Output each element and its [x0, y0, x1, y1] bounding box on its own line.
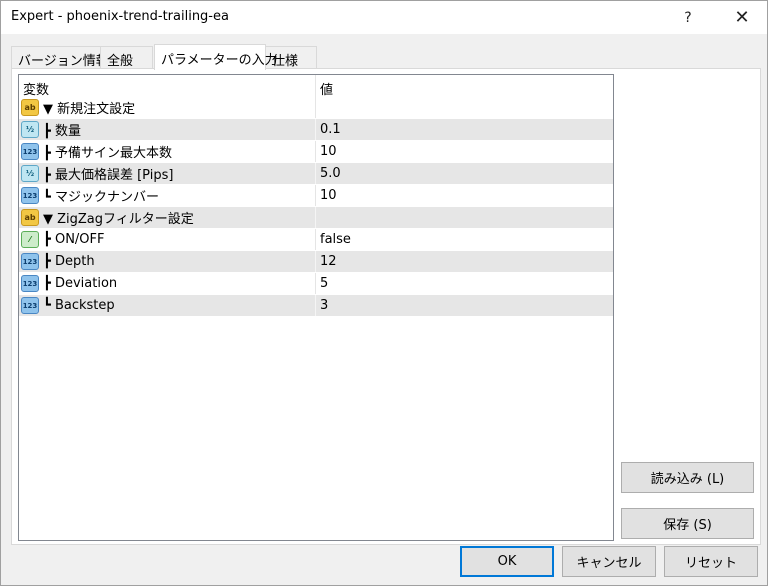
value-cell[interactable]: 3 — [316, 295, 613, 316]
parameters-grid: 変数 値 ab ▼ 新規注文設定 ½ ┣ 数量 0.1 123 ┣ 予備サイン最大本数 10 ½… — [18, 74, 614, 541]
table-row[interactable]: 123 ┣ Depth 12 — [19, 251, 613, 273]
variable-name: ▼ ZigZagフィルター設定 — [43, 212, 194, 227]
tab-version-info[interactable]: バージョン情報 — [11, 46, 109, 69]
window-title: Expert - phoenix-trend-trailing-ea — [11, 9, 229, 24]
value-cell[interactable]: 0.1 — [316, 119, 613, 140]
integer-icon: 123 — [21, 253, 39, 270]
variable-cell[interactable]: ab ▼ ZigZagフィルター設定 — [19, 207, 316, 228]
value-cell[interactable]: 5 — [316, 273, 613, 294]
table-row[interactable]: ½ ┣ 数量 0.1 — [19, 119, 613, 141]
expert-properties-dialog: Expert - phoenix-trend-trailing-ea ? ✕ バ… — [0, 0, 768, 586]
tab-general[interactable]: 全般 — [100, 46, 153, 69]
variable-cell[interactable]: 123 ┗ マジックナンバー — [19, 185, 316, 206]
integer-icon: 123 — [21, 187, 39, 204]
variable-cell[interactable]: 123 ┣ Depth — [19, 251, 316, 272]
table-row[interactable]: ⁄ ┣ ON/OFF false — [19, 229, 613, 251]
variable-name: ┣ 数量 — [43, 124, 81, 139]
variable-name: ▼ 新規注文設定 — [43, 102, 136, 117]
value-cell[interactable]: 5.0 — [316, 163, 613, 184]
cancel-button[interactable]: キャンセル — [562, 546, 656, 577]
table-row[interactable]: 123 ┗ マジックナンバー 10 — [19, 185, 613, 207]
ok-button[interactable]: OK — [460, 546, 554, 577]
table-row[interactable]: 123 ┗ Backstep 3 — [19, 295, 613, 317]
value-cell[interactable]: 12 — [316, 251, 613, 272]
value-cell[interactable]: 10 — [316, 185, 613, 206]
help-icon[interactable]: ? — [665, 1, 711, 34]
variable-name: ┣ ON/OFF — [43, 232, 105, 247]
close-icon[interactable]: ✕ — [719, 1, 765, 34]
double-icon: ½ — [21, 121, 39, 138]
title-bar: Expert - phoenix-trend-trailing-ea ? ✕ — [1, 1, 767, 34]
variable-name: ┗ Backstep — [43, 298, 115, 313]
double-icon: ½ — [21, 165, 39, 182]
table-row[interactable]: ab ▼ 新規注文設定 — [19, 97, 613, 119]
value-cell[interactable]: false — [316, 229, 613, 250]
load-button[interactable]: 読み込み (L) — [621, 462, 754, 493]
column-header-variable[interactable]: 変数 — [19, 75, 316, 98]
integer-icon: 123 — [21, 143, 39, 160]
value-cell[interactable] — [316, 97, 613, 118]
tab-input-parameters[interactable]: パラメーターの入力 — [154, 44, 278, 70]
variable-cell[interactable]: ½ ┣ 数量 — [19, 119, 316, 140]
variable-name: ┣ Deviation — [43, 276, 118, 291]
grid-rows: ab ▼ 新規注文設定 ½ ┣ 数量 0.1 123 ┣ 予備サイン最大本数 10 ½ ┣ 最大価… — [19, 97, 613, 317]
variable-cell[interactable]: ½ ┣ 最大価格誤差 [Pips] — [19, 163, 316, 184]
table-row[interactable]: ½ ┣ 最大価格誤差 [Pips] 5.0 — [19, 163, 613, 185]
integer-icon: 123 — [21, 275, 39, 292]
value-cell[interactable]: 10 — [316, 141, 613, 162]
variable-name: ┗ マジックナンバー — [43, 190, 159, 205]
column-header-value[interactable]: 値 — [316, 75, 613, 98]
table-row[interactable]: ab ▼ ZigZagフィルター設定 — [19, 207, 613, 229]
variable-cell[interactable]: 123 ┣ 予備サイン最大本数 — [19, 141, 316, 162]
grid-header: 変数 値 — [19, 75, 613, 98]
string-icon: ab — [21, 209, 39, 226]
table-row[interactable]: 123 ┣ Deviation 5 — [19, 273, 613, 295]
variable-cell[interactable]: 123 ┗ Backstep — [19, 295, 316, 316]
value-cell[interactable] — [316, 207, 613, 228]
variable-cell[interactable]: 123 ┣ Deviation — [19, 273, 316, 294]
variable-cell[interactable]: ab ▼ 新規注文設定 — [19, 97, 316, 118]
variable-name: ┣ 予備サイン最大本数 — [43, 146, 172, 161]
variable-cell[interactable]: ⁄ ┣ ON/OFF — [19, 229, 316, 250]
integer-icon: 123 — [21, 297, 39, 314]
variable-name: ┣ Depth — [43, 254, 95, 269]
bool-icon: ⁄ — [21, 231, 39, 248]
variable-name: ┣ 最大価格誤差 [Pips] — [43, 168, 174, 183]
save-button[interactable]: 保存 (S) — [621, 508, 754, 539]
table-row[interactable]: 123 ┣ 予備サイン最大本数 10 — [19, 141, 613, 163]
reset-button[interactable]: リセット — [664, 546, 758, 577]
string-icon: ab — [21, 99, 39, 116]
